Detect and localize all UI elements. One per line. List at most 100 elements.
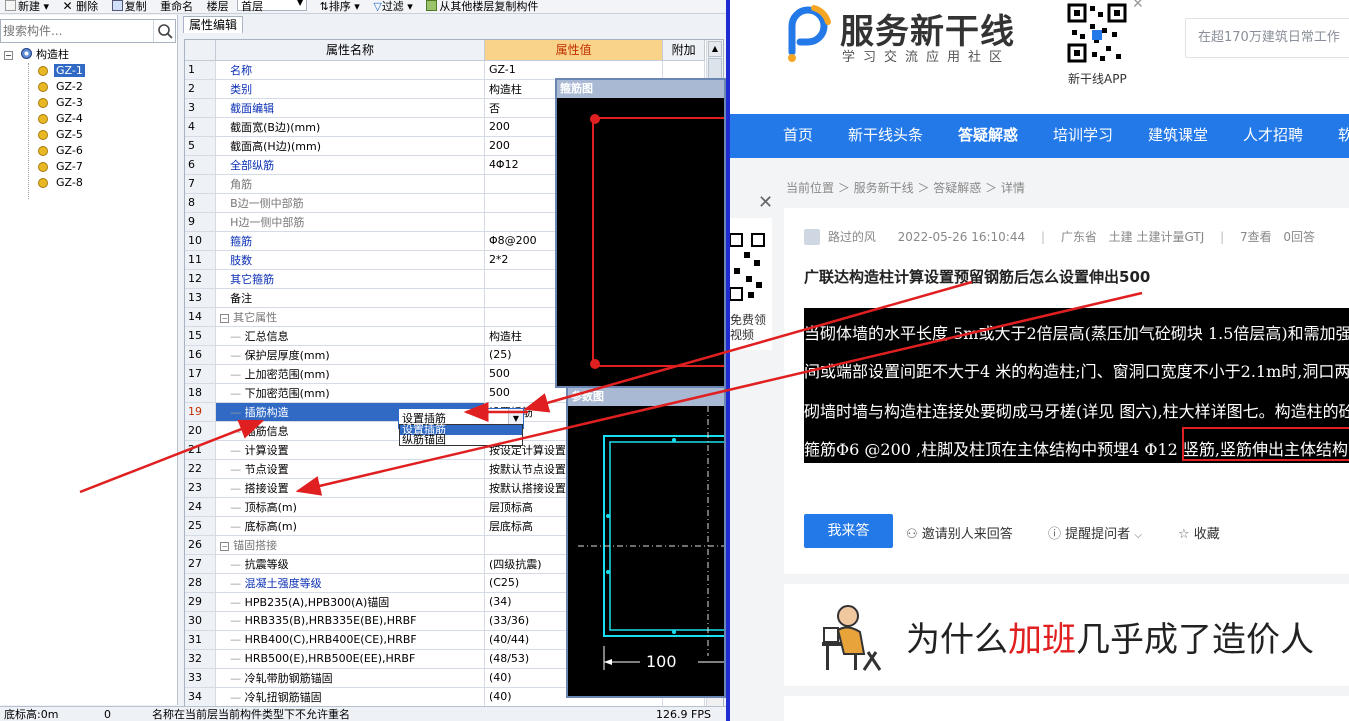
param-window-title[interactable]: 参数图 bbox=[568, 388, 724, 406]
property-name-label: 全部纵筋 bbox=[230, 158, 275, 172]
tree-item-label: GZ-7 bbox=[56, 160, 83, 173]
search-button[interactable] bbox=[153, 20, 175, 42]
meta-divider: | bbox=[1220, 230, 1225, 244]
copy-from-floor-button[interactable]: 从其他楼层复制构件 bbox=[421, 0, 543, 13]
tab-property-edit[interactable]: 属性编辑 bbox=[183, 16, 243, 33]
nav-qa[interactable]: 答疑解惑 bbox=[958, 114, 1018, 156]
row-index: 26 bbox=[185, 535, 217, 555]
property-name-label: 类别 bbox=[230, 82, 253, 96]
sort-button[interactable]: ⇅排序 ▾ bbox=[315, 0, 365, 13]
tree-branch-icon: — bbox=[230, 500, 245, 514]
tree-item-gz-2[interactable]: GZ-2 bbox=[0, 79, 176, 95]
qr-code-icon bbox=[730, 230, 766, 306]
tree-item-gz-7[interactable]: GZ-7 bbox=[0, 159, 176, 175]
parameter-drawing-window: 参数图 100 bbox=[566, 386, 726, 698]
property-name: — 搭接设置 bbox=[215, 478, 485, 498]
tree-item-gz-4[interactable]: GZ-4 bbox=[0, 111, 176, 127]
star-icon: ☆ bbox=[1178, 527, 1190, 542]
favorite-button[interactable]: ☆ 收藏 bbox=[1178, 523, 1220, 542]
property-name: — 冷轧带肋钢筋锚固 bbox=[215, 668, 485, 688]
property-name: 其它箍筋 bbox=[215, 269, 485, 289]
delete-button[interactable]: ✕ 删除 bbox=[58, 0, 104, 13]
property-name-label: 插筋构造 bbox=[244, 405, 289, 419]
invite-button[interactable]: ⚇ 邀请别人来回答 bbox=[906, 523, 1013, 542]
property-name-label: 插筋信息 bbox=[244, 424, 289, 438]
banner-text-pre: 为什么 bbox=[906, 620, 1008, 660]
stirrup-window-title[interactable]: 箍筋图 bbox=[557, 80, 724, 98]
stirrup-drawing bbox=[590, 114, 724, 369]
property-name-label: 顶标高(m) bbox=[244, 500, 297, 514]
nav-classroom[interactable]: 建筑课堂 bbox=[1148, 114, 1208, 156]
tree-item-gz-1[interactable]: GZ-1 bbox=[0, 63, 176, 79]
row-index: 25 bbox=[185, 516, 217, 536]
row-index: 5 bbox=[185, 136, 217, 156]
tree-item-gz-6[interactable]: GZ-6 bbox=[0, 143, 176, 159]
collapse-icon[interactable]: − bbox=[220, 313, 230, 323]
site-header: 服务新干线 学习交流应用社区 新干线APP ✕ 在超170万建筑日常工作 bbox=[730, 0, 1349, 114]
property-name-label: HRB400(C),HRB400E(CE),HRBF bbox=[244, 633, 417, 646]
row-index: 6 bbox=[185, 155, 217, 175]
component-tree-panel: − 构造柱 GZ-1 GZ-2 GZ-3 GZ-4 GZ-5 GZ-6 GZ-7… bbox=[0, 15, 178, 705]
tree-root-gz[interactable]: − 构造柱 bbox=[0, 47, 176, 63]
side-ad[interactable]: 免费领 视频 bbox=[730, 218, 772, 350]
property-name-label: 抗震等级 bbox=[244, 557, 289, 571]
tired-worker-icon bbox=[822, 605, 882, 671]
app-qr-code-icon bbox=[1066, 2, 1128, 64]
remind-button[interactable]: ⓘ 提醒提问者 ⌵ bbox=[1048, 523, 1142, 542]
author-name[interactable]: 路过的风 bbox=[828, 230, 876, 244]
tree-item-gz-8[interactable]: GZ-8 bbox=[0, 175, 176, 191]
property-extra bbox=[662, 60, 705, 80]
property-name: 角筋 bbox=[215, 174, 485, 194]
question-actions: 我来答 ⚇ 邀请别人来回答 ⓘ 提醒提问者 ⌵ ☆ 收藏 bbox=[804, 514, 1349, 550]
scroll-up-icon[interactable]: ▲ bbox=[708, 41, 722, 57]
tree-branch-icon: — bbox=[230, 519, 245, 533]
nav-headlines[interactable]: 新干线头条 bbox=[848, 114, 923, 156]
tree-item-gz-5[interactable]: GZ-5 bbox=[0, 127, 176, 143]
header-extra: 附加 bbox=[662, 40, 705, 61]
close-icon[interactable]: ✕ bbox=[758, 192, 773, 213]
new-button[interactable]: 新建 ▾ bbox=[0, 0, 54, 13]
main-nav: 首页 新干线头条 答疑解惑 培训学习 建筑课堂 人才招聘 软 bbox=[730, 114, 1349, 158]
tree-branch-icon: — bbox=[230, 614, 245, 627]
property-row[interactable]: 1 名称 GZ-1 bbox=[185, 60, 705, 80]
property-name-label: 截面宽(B边)(mm) bbox=[230, 120, 321, 134]
favorite-label: 收藏 bbox=[1193, 527, 1220, 542]
post-tags[interactable]: 土建 土建计量GTJ bbox=[1109, 230, 1205, 244]
floor-value: 首层 bbox=[241, 0, 264, 13]
nav-home[interactable]: 首页 bbox=[783, 114, 813, 156]
tree-item-label: GZ-3 bbox=[56, 96, 83, 109]
promo-banner[interactable]: 为什么加班几乎成了造价人 bbox=[784, 584, 1349, 686]
nav-software[interactable]: 软 bbox=[1338, 114, 1349, 156]
tree-item-gz-3[interactable]: GZ-3 bbox=[0, 95, 176, 111]
property-name-label: 截面高(H边)(mm) bbox=[230, 139, 322, 153]
nav-training[interactable]: 培训学习 bbox=[1053, 114, 1113, 156]
answer-button[interactable]: 我来答 bbox=[804, 514, 893, 548]
property-name-label: 角筋 bbox=[230, 177, 253, 191]
floor-select[interactable]: 首层 ▼ bbox=[237, 0, 308, 13]
row-index: 20 bbox=[185, 421, 217, 441]
question-image[interactable]: 当砌体墙的水平长度 5m或大于2倍层高(蒸压加气砼砌块 1.5倍层高)和需加强的… bbox=[804, 308, 1349, 463]
avatar[interactable] bbox=[804, 229, 820, 245]
site-search-input[interactable]: 在超170万建筑日常工作 bbox=[1185, 18, 1349, 58]
banner-headline: 为什么加班几乎成了造价人 bbox=[906, 612, 1314, 661]
nav-jobs[interactable]: 人才招聘 bbox=[1243, 114, 1303, 156]
row-index: 15 bbox=[185, 326, 217, 346]
component-search-input[interactable] bbox=[1, 20, 153, 42]
copy-button[interactable]: 复制 bbox=[107, 0, 152, 13]
row-index: 30 bbox=[185, 611, 217, 631]
new-label: 新建 bbox=[18, 0, 40, 13]
dimension-label: 100 bbox=[646, 652, 677, 671]
row-index: 16 bbox=[185, 345, 217, 365]
option-longitudinal-anchor[interactable]: 纵筋锚固 bbox=[400, 434, 522, 445]
tree-branch-icon: — bbox=[230, 462, 245, 476]
collapse-icon[interactable]: − bbox=[220, 541, 230, 551]
rename-button[interactable]: 重命名 bbox=[155, 0, 198, 13]
collapse-icon[interactable]: − bbox=[4, 51, 13, 60]
property-value[interactable]: GZ-1 bbox=[484, 60, 664, 80]
close-icon[interactable]: ✕ bbox=[1132, 0, 1144, 12]
property-name-label: 备注 bbox=[230, 291, 253, 305]
property-name-label: 箍筋 bbox=[230, 234, 253, 248]
tree-branch-icon: — bbox=[230, 367, 245, 381]
row-index: 29 bbox=[185, 592, 217, 612]
filter-button[interactable]: ▽过滤 ▾ bbox=[368, 0, 418, 13]
